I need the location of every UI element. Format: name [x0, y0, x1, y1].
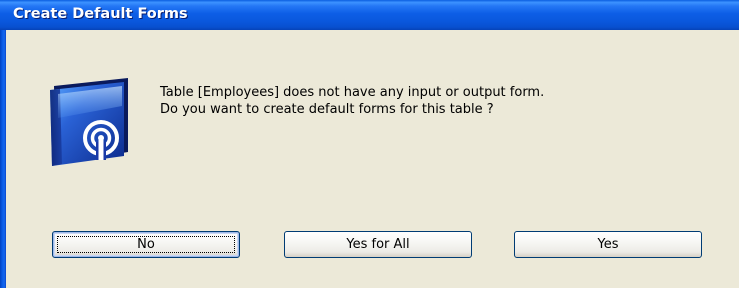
window-title: Create Default Forms	[13, 6, 188, 22]
yes-for-all-button-label: Yes for All	[346, 237, 410, 252]
yes-for-all-button[interactable]: Yes for All	[284, 231, 472, 258]
dialog-message: Table [Employees] does not have any inpu…	[160, 84, 544, 118]
message-line-1: Table [Employees] does not have any inpu…	[160, 85, 545, 100]
yes-button-label: Yes	[597, 237, 619, 252]
app-broadcast-icon	[50, 78, 128, 166]
yes-button[interactable]: Yes	[514, 231, 702, 258]
no-button-label: No	[137, 237, 155, 252]
message-line-2: Do you want to create default forms for …	[160, 102, 494, 117]
title-bar[interactable]: Create Default Forms	[0, 0, 739, 30]
no-button[interactable]: No	[52, 231, 240, 258]
dialog-window: Create Default Forms Table [Employees] d…	[0, 0, 739, 288]
